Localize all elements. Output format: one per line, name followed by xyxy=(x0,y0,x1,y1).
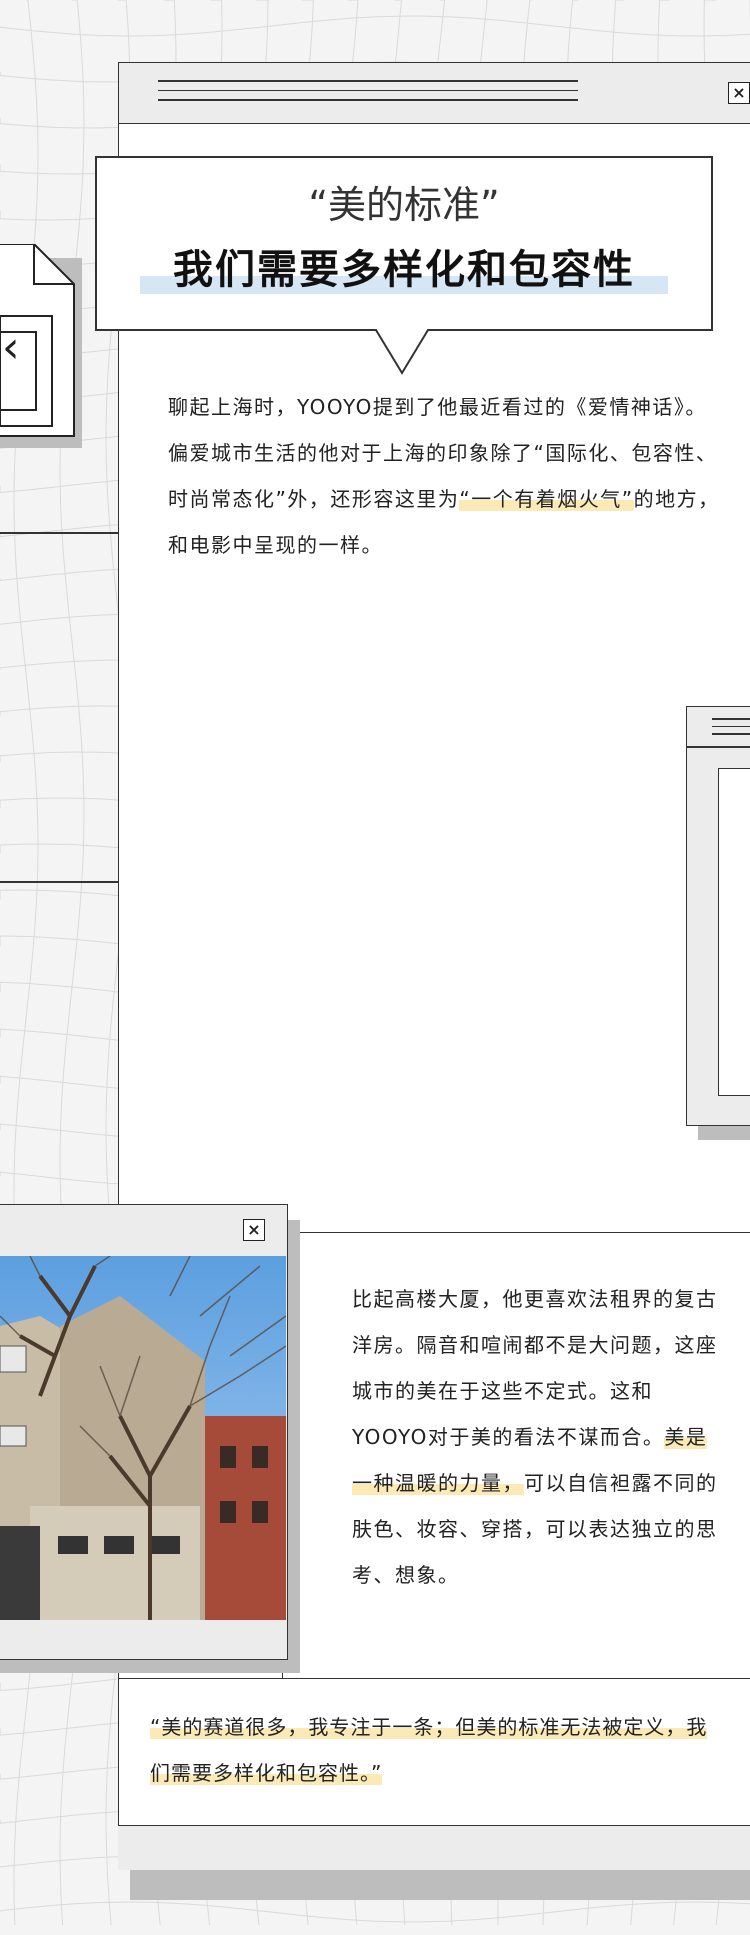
back-chevron-icon[interactable]: ‹ xyxy=(2,326,20,370)
main-window-close-icon[interactable]: × xyxy=(728,82,750,104)
main-window-bottom-bar xyxy=(118,1825,750,1870)
left-frame-line-1 xyxy=(0,532,118,534)
paragraph-2-text-a: 比起高楼大厦，他更喜欢法租界的复古洋房。隔音和喧闹都不是大问题，这座城市的美在于… xyxy=(352,1287,718,1449)
heading-quote-title: “美的标准” xyxy=(308,183,500,227)
photo-window-close-icon[interactable]: × xyxy=(243,1219,265,1241)
right-window-content xyxy=(718,768,750,1096)
right-window-stripes xyxy=(712,718,750,743)
quote-text: “美的赛道很多，我专注于一条；但美的标准无法被定义，我们需要多样化和包容性。” xyxy=(150,1704,728,1796)
paragraph-2: 比起高楼大厦，他更喜欢法租界的复古洋房。隔音和喧闹都不是大问题，这座城市的美在于… xyxy=(352,1276,720,1598)
heading-main-title: 我们需要多样化和包容性 xyxy=(173,247,635,293)
paragraph-1-highlight: “一个有着烟火气” xyxy=(459,487,634,511)
titlebar-stripes xyxy=(158,80,578,109)
right-window-titlebar-line xyxy=(686,746,750,748)
street-photo xyxy=(0,1256,286,1620)
left-frame-line-2 xyxy=(0,881,118,883)
paragraph-1: 聊起上海时，YOOYO提到了他最近看过的《爱情神话》。偏爱城市生活的他对于上海的… xyxy=(168,384,728,568)
quote-highlight: “美的赛道很多，我专注于一条；但美的标准无法被定义，我们需要多样化和包容性。” xyxy=(150,1715,708,1785)
